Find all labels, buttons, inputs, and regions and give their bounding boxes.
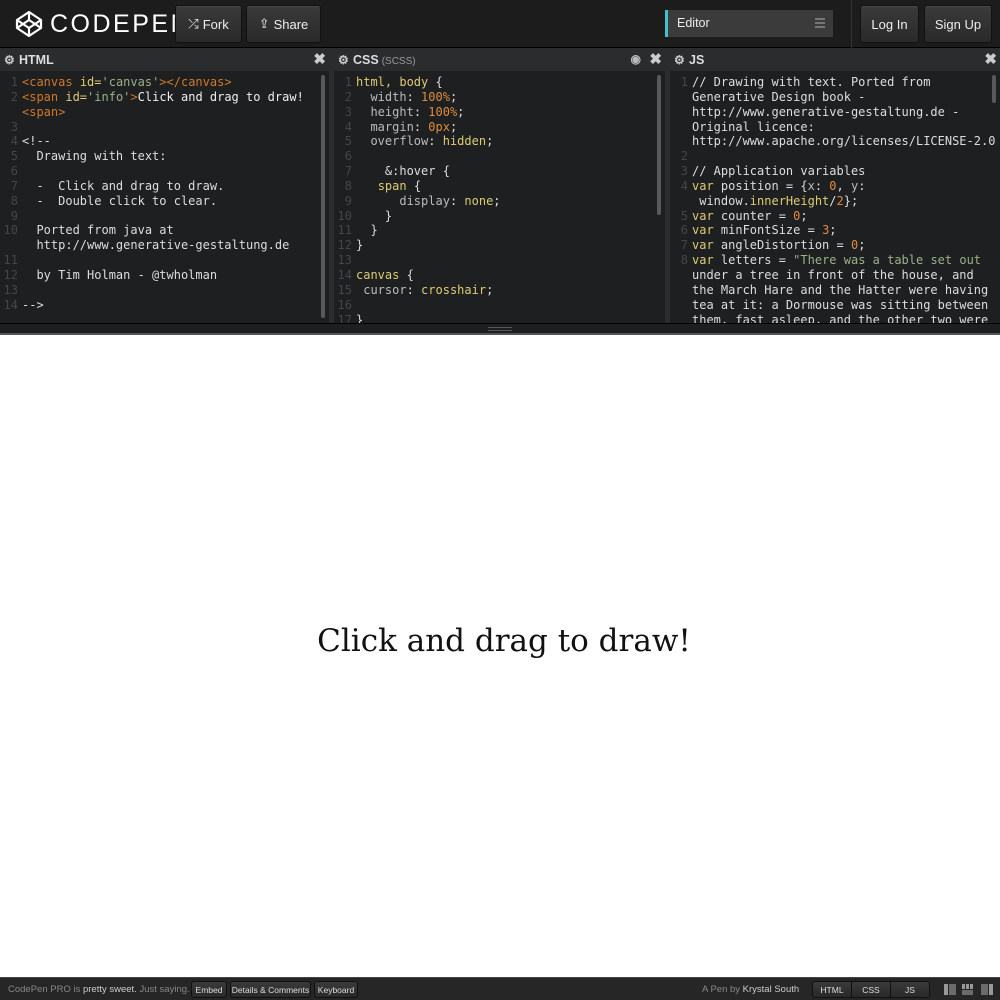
details-comments-button[interactable]: Details & Comments [230, 981, 311, 998]
close-icon[interactable]: ✖ [984, 50, 997, 68]
toggle-css-button[interactable]: CSS [852, 982, 891, 997]
header-divider [851, 0, 852, 48]
js-code[interactable]: 1// Drawing with text. Ported from Gener… [670, 75, 1000, 323]
fork-icon: ⤮ [188, 16, 199, 31]
codepen-logo-icon [15, 10, 43, 38]
login-button[interactable]: Log In [860, 5, 919, 43]
byline-pre: A Pen by [702, 984, 741, 995]
view-select[interactable]: Editor [665, 10, 833, 37]
promo-post: Just saying. [139, 984, 190, 995]
html-pane-title: HTML [19, 53, 54, 67]
css-editor-pane: ⚙ CSS (SCSS) ◉ ✖ 1 html, body { 2 width: 1… [334, 48, 665, 323]
codepen-logo[interactable]: CODEPEN [14, 9, 191, 39]
fork-button[interactable]: ⤮ Fork [175, 5, 242, 43]
promo-bold: pretty sweet. [82, 984, 137, 995]
js-pane-header: ⚙ JS ✖ [670, 48, 1000, 71]
share-button[interactable]: ⇪ Share [246, 5, 321, 43]
html-code[interactable]: 1 <canvas id='canvas'></canvas> 2 <span id… [0, 75, 329, 313]
gear-icon[interactable]: ⚙ [338, 53, 349, 67]
eye-icon[interactable]: ◉ [631, 52, 641, 66]
info-text: Click and drag to draw! [317, 623, 691, 659]
html-editor-pane: ⚙ HTML ✖ 1 <canvas id='canvas'></canvas> … [0, 48, 329, 323]
editor-toggle-group: HTML CSS JS [812, 981, 930, 998]
top-bar: CODEPEN ⤮ Fork ⇪ Share Editor Log In Sig… [0, 0, 1000, 48]
details-label: Details & Comments [231, 984, 310, 995]
login-label: Log In [871, 16, 908, 32]
footer-bar: CodePen PRO is pretty sweet. Just saying… [0, 977, 1000, 1000]
share-label: Share [273, 16, 309, 32]
gear-icon[interactable]: ⚙ [4, 53, 15, 67]
embed-button[interactable]: Embed [191, 981, 227, 998]
pen-byline: A Pen by Krystal South [702, 984, 799, 995]
result-preview[interactable]: Click and drag to draw! [0, 336, 1000, 976]
css-preprocessor-label: (SCSS) [381, 56, 416, 67]
editor-area: ⚙ HTML ✖ 1 <canvas id='canvas'></canvas> … [0, 48, 1000, 323]
promo-pre: CodePen PRO is [8, 984, 81, 995]
menu-icon [815, 18, 825, 28]
editor-resize-handle[interactable] [0, 323, 1000, 335]
keyboard-button[interactable]: Keyboard [314, 981, 358, 998]
view-select-value: Editor [677, 16, 710, 30]
toggle-html-button[interactable]: HTML [813, 982, 852, 997]
css-scrollbar[interactable] [657, 75, 661, 215]
drag-handle-icon [488, 327, 512, 332]
embed-label: Embed [195, 984, 223, 995]
html-scrollbar[interactable] [321, 75, 325, 318]
pro-promo[interactable]: CodePen PRO is pretty sweet. Just saying… [8, 984, 190, 995]
author-link[interactable]: Krystal South [743, 984, 800, 995]
js-scrollbar[interactable] [992, 75, 996, 103]
layout-left-icon[interactable] [944, 984, 956, 995]
layout-right-icon[interactable] [981, 984, 993, 995]
layout-top-icon[interactable] [962, 984, 974, 995]
close-icon[interactable]: ✖ [649, 50, 662, 68]
js-pane-title: JS [689, 53, 705, 67]
css-code[interactable]: 1 html, body { 2 width: 100%; 3 height: 1… [334, 75, 665, 323]
share-icon: ⇪ [258, 16, 270, 31]
logo-text: CODEPEN [50, 9, 192, 38]
html-pane-header: ⚙ HTML ✖ [0, 48, 329, 71]
gear-icon[interactable]: ⚙ [674, 53, 685, 67]
keyboard-label: Keyboard [317, 984, 355, 995]
css-pane-title: CSS [353, 53, 379, 67]
signup-button[interactable]: Sign Up [924, 5, 992, 43]
css-pane-header: ⚙ CSS (SCSS) ◉ ✖ [334, 48, 665, 71]
toggle-js-button[interactable]: JS [891, 982, 929, 997]
close-icon[interactable]: ✖ [313, 50, 326, 68]
fork-label: Fork [202, 16, 229, 32]
signup-label: Sign Up [934, 16, 982, 32]
js-editor-pane: ⚙ JS ✖ 1// Drawing with text. Ported fro… [670, 48, 1000, 323]
